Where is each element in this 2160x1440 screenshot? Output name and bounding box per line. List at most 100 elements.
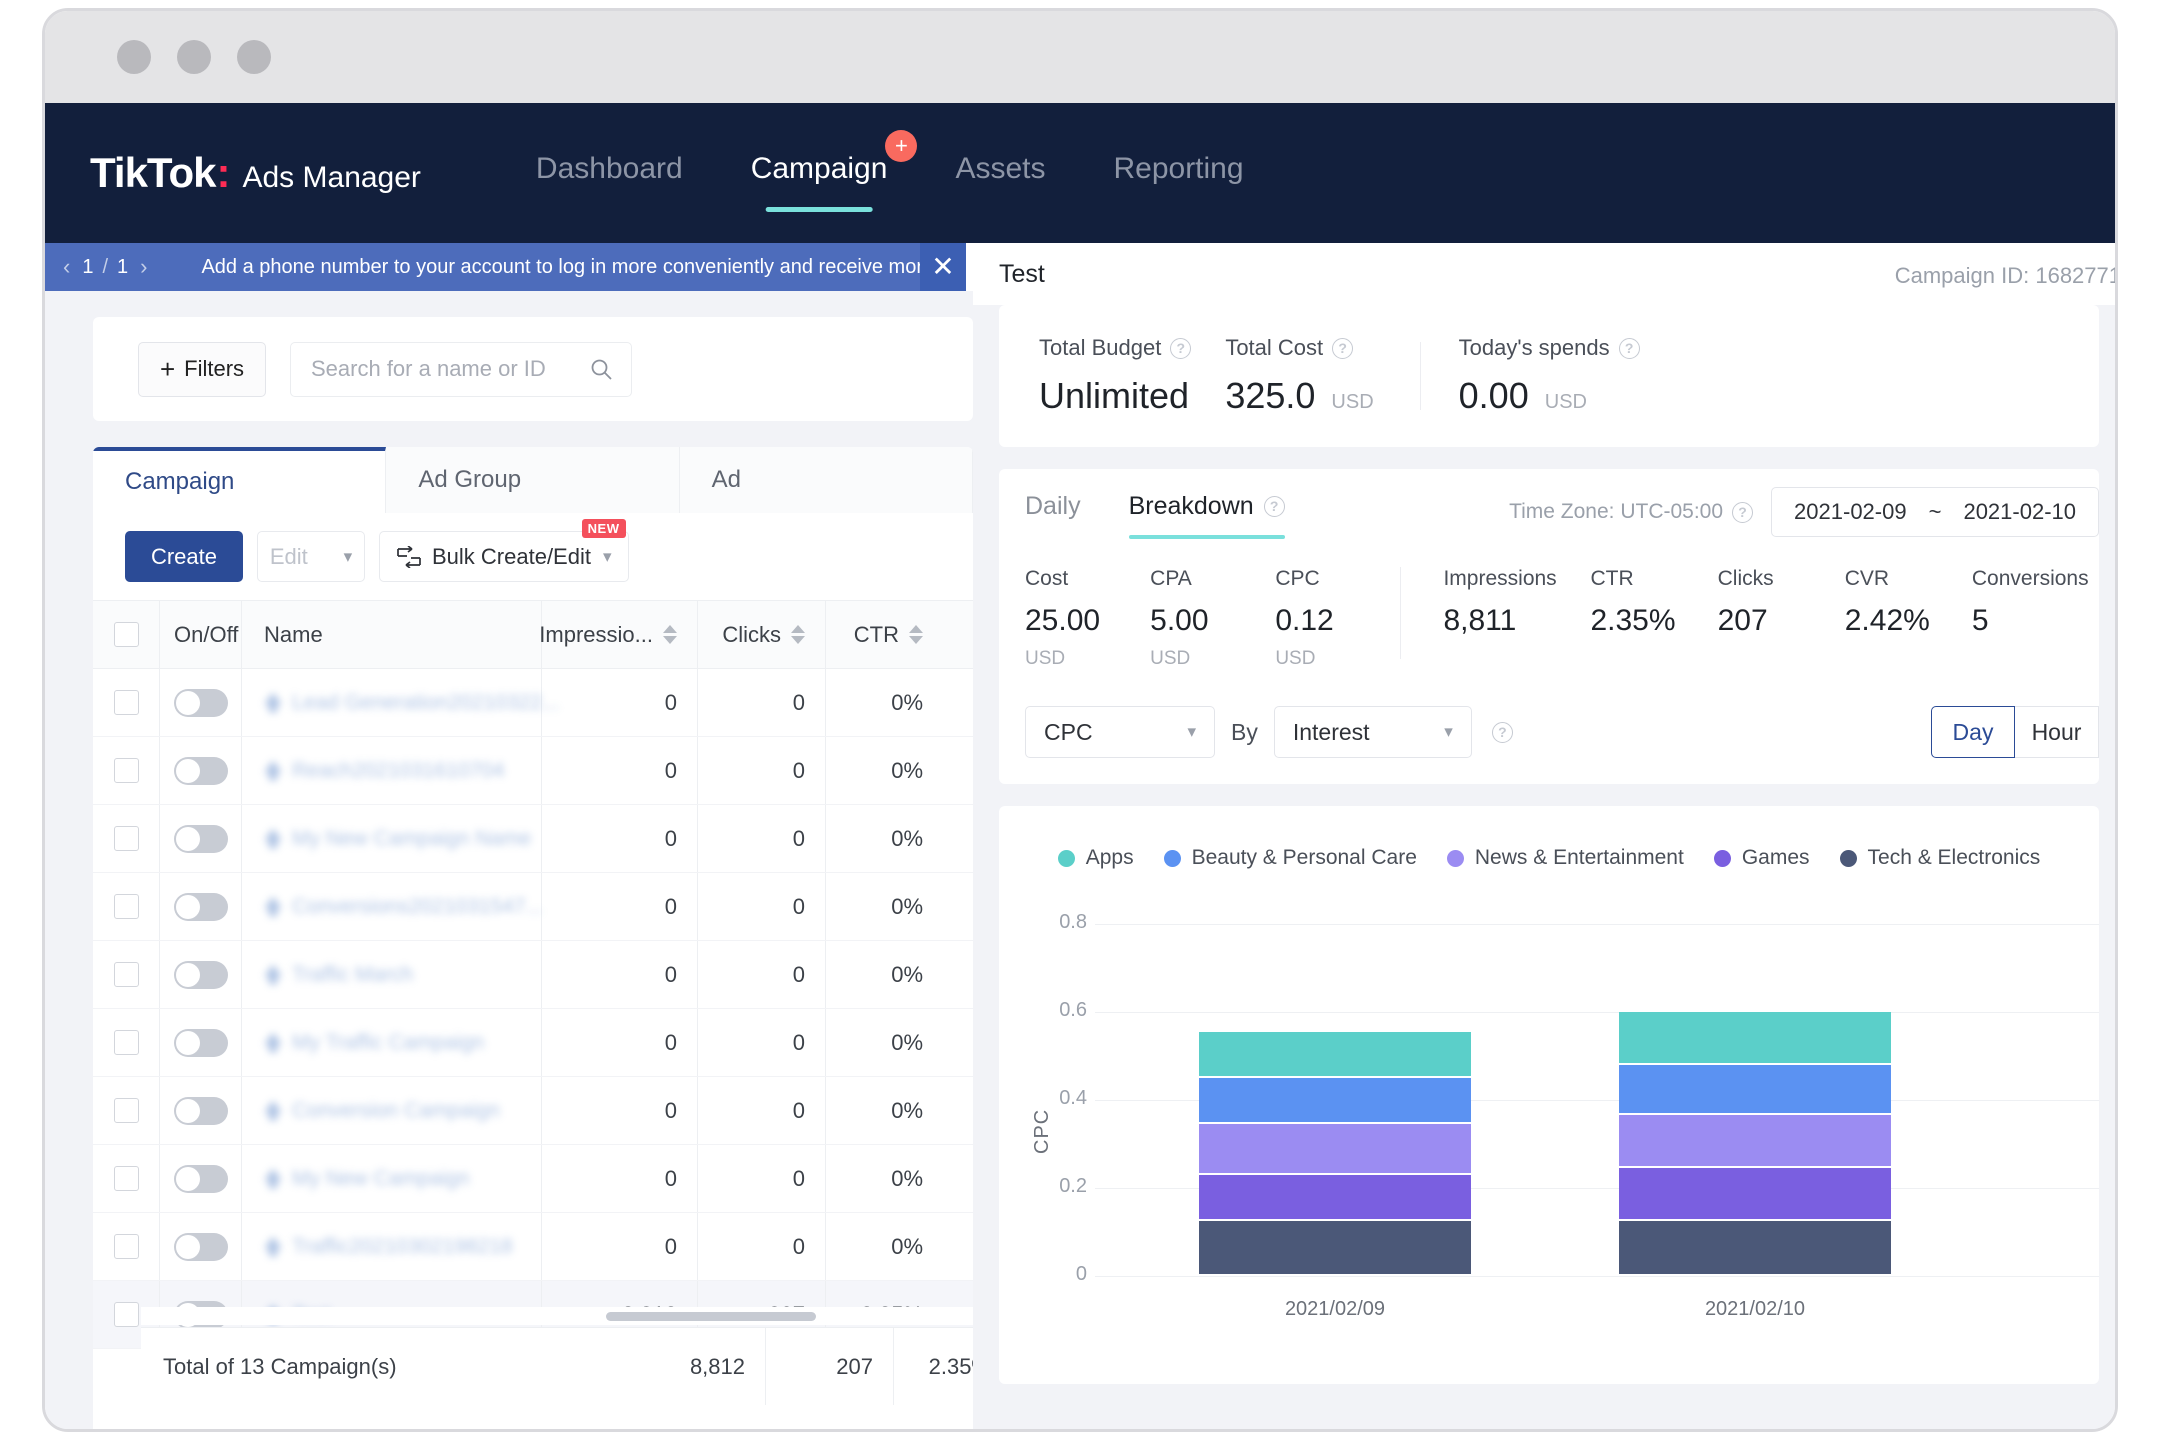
row-checkbox[interactable] [113,1166,139,1191]
subtab-breakdown[interactable]: Breakdown ? [1128,492,1285,539]
legend-item[interactable]: Games [1713,846,1810,870]
chart-bar-segment[interactable] [1199,1174,1471,1221]
chart-bar-segment[interactable] [1199,1031,1471,1078]
header-name[interactable]: Name [241,601,541,668]
chevron-right-icon[interactable]: › [140,254,147,280]
legend-item[interactable]: Apps [1057,846,1134,870]
row-onoff-toggle[interactable] [173,1028,228,1057]
row-name-cell[interactable]: Reach2021031610704 [241,737,541,804]
help-icon[interactable]: ? [1263,495,1285,517]
tab-ad-group[interactable]: Ad Group [386,447,680,513]
row-checkbox[interactable] [113,690,139,715]
window-minimize-dot[interactable] [177,40,211,74]
row-checkbox[interactable] [113,1098,139,1123]
create-button[interactable]: Create [125,531,243,582]
scrollbar-thumb[interactable] [606,1312,816,1321]
legend-item[interactable]: News & Entertainment [1446,846,1684,870]
table-row[interactable]: My New Campaign 0 0 0% [93,1145,973,1213]
chart-bar-segment[interactable] [1619,1012,1891,1065]
help-icon[interactable]: ? [1332,337,1354,359]
chart-bar-segment[interactable] [1619,1064,1891,1116]
subtab-daily[interactable]: Daily [1025,492,1081,531]
legend-item[interactable]: Beauty & Personal Care [1163,846,1417,870]
row-checkbox[interactable] [113,826,139,851]
row-onoff-toggle[interactable] [173,960,228,989]
row-onoff-toggle[interactable] [173,1232,228,1261]
edit-dropdown-button[interactable]: Edit ▾ [257,531,365,582]
date-range-picker[interactable]: 2021-02-09 ~ 2021-02-10 [1771,487,2099,537]
table-row[interactable]: Reach2021031610704 0 0 0% [93,737,973,805]
chart-bar-stack[interactable] [1199,924,1471,1276]
header-impressions[interactable]: Impressio... [539,601,697,668]
row-checkbox[interactable] [113,758,139,783]
row-name-cell[interactable]: Traffic20210302198218 [241,1213,541,1280]
table-row[interactable]: Conversions2021031547... 0 0 0% [93,873,973,941]
granularity-day-button[interactable]: Day [1931,706,2015,758]
help-icon[interactable]: ? [1618,337,1640,359]
bulk-create-edit-button[interactable]: Bulk Create/Edit ▾ NEW [379,519,629,582]
chart-bar-segment[interactable] [1199,1078,1471,1125]
chart-bar-segment[interactable] [1199,1221,1471,1276]
table-row[interactable]: Traffic March 0 0 0% [93,941,973,1009]
row-name-cell[interactable]: Traffic March [241,941,541,1008]
header-clicks[interactable]: Clicks [697,601,825,668]
row-checkbox[interactable] [113,894,139,919]
row-checkbox[interactable] [113,962,139,987]
window-maximize-dot[interactable] [237,40,271,74]
table-row[interactable]: My Traffic Campaign 0 0 0% [93,1009,973,1077]
filters-button[interactable]: + Filters [138,341,266,397]
granularity-hour-button[interactable]: Hour [2015,706,2099,758]
row-onoff-toggle[interactable] [173,892,228,921]
chart-bar-segment[interactable] [1619,1168,1891,1221]
search-box[interactable] [290,341,632,397]
table-row[interactable]: Traffic20210302198218 0 0 0% [93,1213,973,1281]
chart-bar-segment[interactable] [1199,1124,1471,1175]
window-close-dot[interactable] [117,40,151,74]
table-row[interactable]: Lead Generation20210322... 0 0 0% [93,669,973,737]
chart-bar-segment[interactable] [1619,1115,1891,1169]
row-onoff-toggle[interactable] [173,756,228,785]
row-checkbox[interactable] [113,1030,139,1055]
sort-icon[interactable] [663,625,677,644]
nav-item-campaign[interactable]: Campaign + [751,130,918,194]
row-name-cell[interactable]: My Traffic Campaign [241,1009,541,1076]
row-name-cell[interactable]: Lead Generation20210322... [241,669,559,736]
header-onoff[interactable]: On/Off [159,601,241,668]
table-row[interactable]: Conversion Campaign 0 0 0% [93,1077,973,1145]
nav-item-dashboard[interactable]: Dashboard [536,152,683,194]
tab-ad[interactable]: Ad [679,447,973,513]
help-icon[interactable]: ? [1170,337,1192,359]
row-onoff-toggle[interactable] [173,1096,228,1125]
nav-item-assets[interactable]: Assets [955,152,1045,194]
search-input[interactable] [311,356,571,382]
header-ctr[interactable]: CTR [825,601,943,668]
chart-bar-stack[interactable] [1619,924,1891,1276]
tiktok-ads-manager-logo[interactable]: TikTok : Ads Manager [90,149,421,197]
horizontal-scrollbar[interactable] [141,1307,973,1325]
close-icon[interactable]: ✕ [920,243,966,291]
dimension-select[interactable]: Interest ▾ [1273,706,1472,758]
row-onoff-toggle[interactable] [173,1164,228,1193]
metric-select[interactable]: CPC ▾ [1025,706,1215,758]
sort-icon[interactable] [791,625,805,644]
select-all-checkbox[interactable] [113,622,139,647]
tab-campaign[interactable]: Campaign [93,447,387,513]
row-onoff-cell [159,1213,241,1280]
row-onoff-toggle[interactable] [173,688,228,717]
row-onoff-toggle[interactable] [173,824,228,853]
chart-bar-segment[interactable] [1619,1221,1891,1276]
help-icon[interactable]: ? [1732,501,1754,523]
row-name-cell[interactable]: Conversions2021031547... [241,873,543,940]
row-name-cell[interactable]: My New Campaign [241,1145,541,1212]
legend-item[interactable]: Tech & Electronics [1839,846,2040,870]
row-checkbox[interactable] [113,1234,139,1259]
help-icon[interactable]: ? [1491,721,1513,743]
nav-item-reporting[interactable]: Reporting [1113,152,1243,194]
row-checkbox[interactable] [113,1302,139,1327]
plus-badge-icon[interactable]: + [885,130,918,162]
row-name-cell[interactable]: My New Campaign Name [241,805,541,872]
sort-icon[interactable] [909,625,923,644]
table-row[interactable]: My New Campaign Name 0 0 0% [93,805,973,873]
row-name-cell[interactable]: Conversion Campaign [241,1077,541,1144]
chevron-left-icon[interactable]: ‹ [63,254,70,280]
